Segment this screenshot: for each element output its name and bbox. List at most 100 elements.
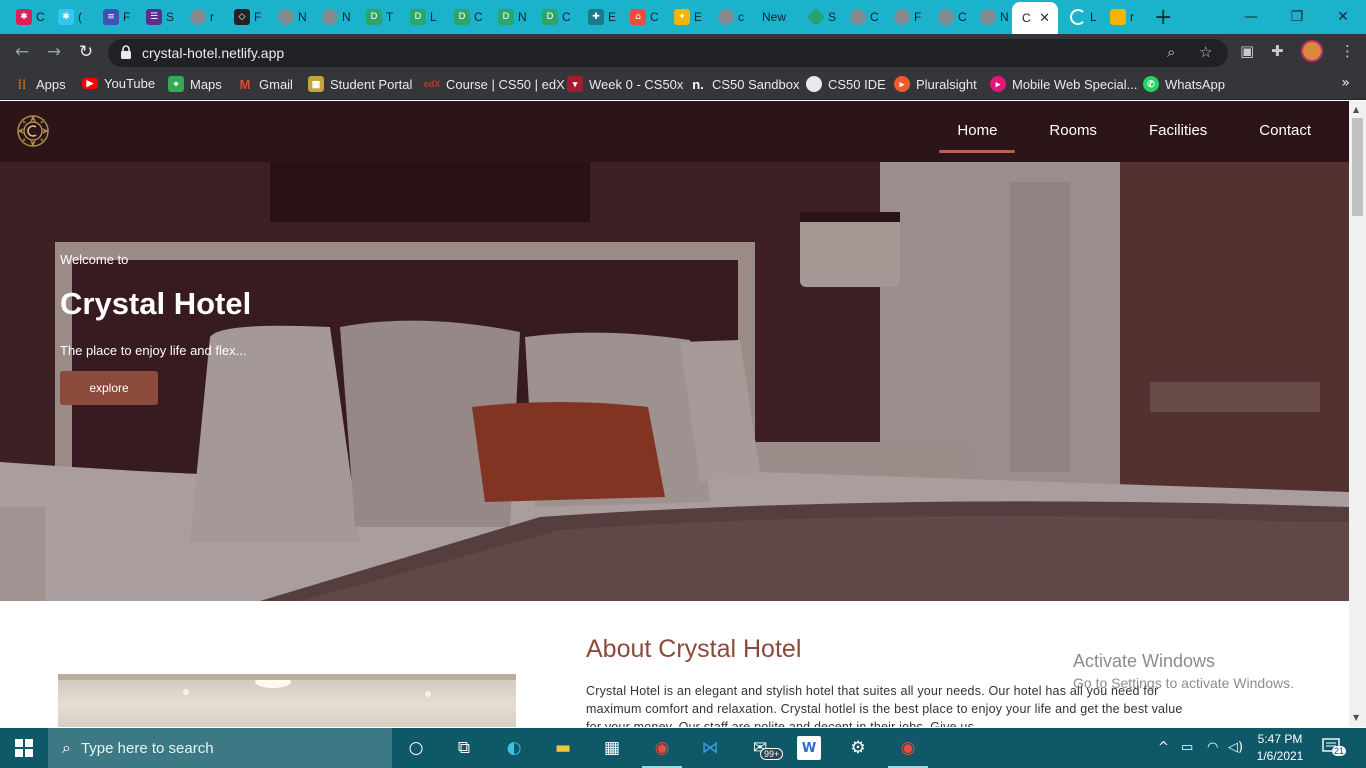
- maps-icon: ⌖: [168, 76, 184, 92]
- bookmark-star-icon[interactable]: ☆: [1199, 43, 1212, 61]
- tab[interactable]: S: [798, 0, 840, 34]
- portal-icon: ▦: [308, 76, 324, 92]
- tab[interactable]: ⌂ C: [620, 0, 662, 34]
- settings-gear-icon[interactable]: ⚙: [846, 736, 870, 760]
- extensions-puzzle-icon[interactable]: ✚: [1271, 42, 1284, 60]
- watermark-line2: Go to Settings to activate Windows.: [1073, 675, 1294, 691]
- bookmark-cs50-sandbox[interactable]: n. CS50 Sandbox: [690, 76, 799, 92]
- cortana-icon[interactable]: ○: [404, 736, 428, 760]
- wifi-icon[interactable]: ◠: [1207, 740, 1218, 755]
- tab[interactable]: DT: [356, 0, 398, 34]
- address-bar[interactable]: crystal-hotel.netlify.app ⌕ ☆: [108, 39, 1228, 67]
- nav-contact[interactable]: Contact: [1241, 101, 1329, 162]
- tab[interactable]: c: [708, 0, 750, 34]
- clock-date: 1/6/2021: [1256, 749, 1304, 763]
- tab[interactable]: ✱(: [48, 0, 90, 34]
- codepen-icon: ◇: [234, 9, 250, 25]
- close-icon[interactable]: ✕: [1039, 11, 1050, 26]
- start-button[interactable]: [0, 728, 48, 768]
- tab[interactable]: r: [180, 0, 222, 34]
- nav-home[interactable]: Home: [939, 101, 1016, 162]
- tab[interactable]: DC: [444, 0, 486, 34]
- taskbar-search[interactable]: ⌕ Type here to search: [48, 728, 392, 768]
- tab[interactable]: DL: [400, 0, 442, 34]
- forward-button[interactable]: →: [43, 41, 65, 63]
- profile-avatar[interactable]: [1301, 40, 1323, 62]
- explore-button[interactable]: explore: [60, 371, 158, 405]
- tab[interactable]: New: [752, 0, 798, 34]
- globe-icon: [806, 76, 822, 92]
- edge-icon[interactable]: ◐: [502, 736, 526, 760]
- pluralsight-icon: ▸: [990, 76, 1006, 92]
- scroll-up-icon[interactable]: ▲: [1353, 105, 1359, 114]
- tab[interactable]: L: [1060, 0, 1102, 34]
- bookmark-cs50-ide[interactable]: CS50 IDE: [806, 76, 886, 92]
- hotel-logo-icon[interactable]: [15, 113, 51, 149]
- zoom-icon[interactable]: ⌕: [1167, 43, 1175, 61]
- close-window-button[interactable]: ✕: [1320, 0, 1366, 34]
- nav-facilities[interactable]: Facilities: [1131, 101, 1225, 162]
- mail-icon[interactable]: ✉ 99+: [748, 736, 784, 760]
- harvard-icon: ▾: [567, 76, 583, 92]
- tab[interactable]: N: [312, 0, 354, 34]
- scroll-down-icon[interactable]: ▼: [1353, 713, 1359, 722]
- word-icon[interactable]: W: [797, 736, 821, 760]
- bookmark-maps[interactable]: ⌖ Maps: [168, 76, 222, 92]
- chrome-icon[interactable]: ◉: [642, 736, 682, 768]
- globe-icon: [894, 9, 910, 25]
- tab[interactable]: ✱ C: [6, 0, 48, 34]
- scroll-thumb[interactable]: [1352, 118, 1363, 216]
- form-icon: ☰: [146, 9, 162, 25]
- store-icon[interactable]: ▦: [600, 736, 624, 760]
- more-bookmarks-icon[interactable]: »: [1341, 75, 1350, 91]
- extension-icon: ✚: [588, 9, 604, 25]
- bookmark-cs50x[interactable]: ▾ Week 0 - CS50x: [567, 76, 683, 92]
- chrome-icon[interactable]: ◉: [888, 736, 928, 768]
- clock[interactable]: 5:47 PM 1/6/2021: [1250, 731, 1310, 765]
- bookmark-whatsapp[interactable]: ✆ WhatsApp: [1143, 76, 1225, 92]
- new-tab-button[interactable]: +: [1154, 5, 1172, 30]
- tab-active[interactable]: C ✕: [1012, 2, 1058, 34]
- page-scrollbar[interactable]: ▲ ▼: [1349, 101, 1366, 727]
- bookmark-pluralsight[interactable]: ▸ Pluralsight: [894, 76, 977, 92]
- tab[interactable]: ✚ E: [578, 0, 620, 34]
- tab[interactable]: DC: [532, 0, 574, 34]
- bookmark-apps[interactable]: ⁞⁞ Apps: [14, 76, 66, 92]
- tab[interactable]: F: [884, 0, 926, 34]
- reload-button[interactable]: ↻: [75, 41, 97, 63]
- bookmark-youtube[interactable]: ▶ YouTube: [82, 76, 155, 91]
- volume-icon[interactable]: ◁): [1228, 740, 1243, 755]
- tab[interactable]: r: [1100, 0, 1142, 34]
- nav-rooms[interactable]: Rooms: [1031, 101, 1115, 162]
- tab[interactable]: C: [928, 0, 970, 34]
- battery-icon[interactable]: ▭: [1181, 740, 1193, 755]
- tab[interactable]: C: [840, 0, 882, 34]
- bookmark-edx[interactable]: edX Course | CS50 | edX: [424, 76, 565, 92]
- d-icon: D: [366, 9, 382, 25]
- vscode-icon[interactable]: ⋈: [698, 736, 722, 760]
- extension-photo-icon[interactable]: ▣: [1240, 42, 1254, 60]
- globe-icon: [980, 9, 996, 25]
- tab[interactable]: ✦ E: [664, 0, 706, 34]
- file-explorer-icon[interactable]: ▬: [551, 736, 575, 760]
- hero-banner: Welcome to Crystal Hotel The place to en…: [0, 162, 1349, 601]
- task-view-icon[interactable]: ⧉: [452, 736, 476, 760]
- tab[interactable]: N: [970, 0, 1012, 34]
- minimize-button[interactable]: —: [1228, 0, 1274, 34]
- pluralsight-icon: ▸: [894, 76, 910, 92]
- bookmark-gmail[interactable]: M Gmail: [237, 76, 293, 92]
- youtube-icon: ▶: [82, 78, 98, 89]
- bookmark-mobile-web[interactable]: ▸ Mobile Web Special...: [990, 76, 1138, 92]
- menu-kebab-icon[interactable]: ⋮: [1340, 42, 1355, 60]
- gmail-icon: M: [239, 76, 251, 92]
- tab[interactable]: DN: [488, 0, 530, 34]
- restore-button[interactable]: ❐: [1274, 0, 1320, 34]
- notification-center[interactable]: 21: [1322, 738, 1347, 758]
- tray-chevron-icon[interactable]: ^: [1158, 740, 1169, 755]
- tab[interactable]: ≡ F: [93, 0, 135, 34]
- tab[interactable]: ◇ F: [224, 0, 266, 34]
- tab[interactable]: N: [268, 0, 310, 34]
- back-button[interactable]: ←: [11, 41, 33, 63]
- bookmark-student-portal[interactable]: ▦ Student Portal: [308, 76, 412, 92]
- tab[interactable]: ☰ S: [136, 0, 178, 34]
